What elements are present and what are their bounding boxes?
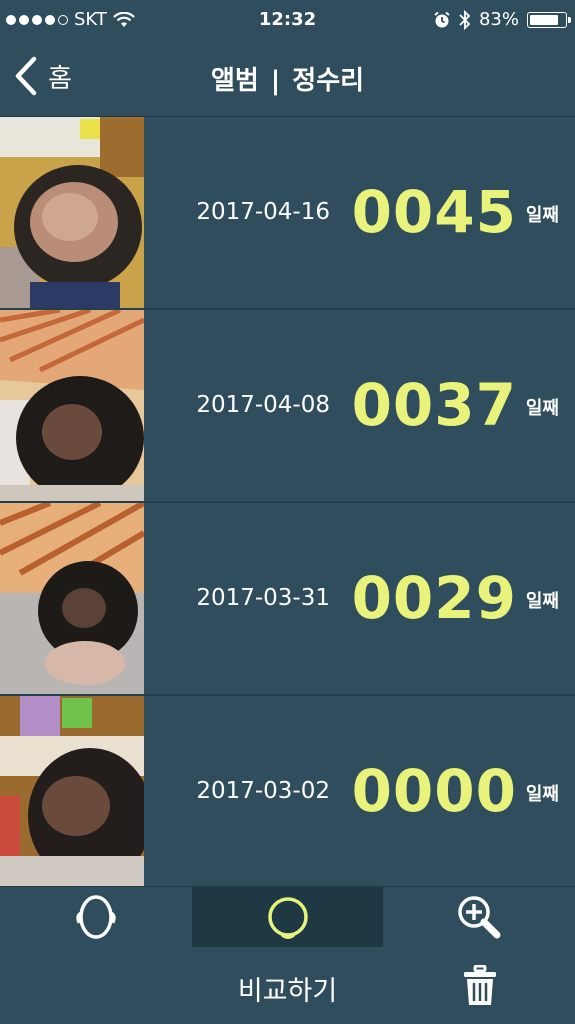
day-unit: 일째 bbox=[525, 398, 559, 419]
status-right: 83% bbox=[433, 9, 571, 30]
status-bar: SKT 12:32 83% bbox=[0, 0, 575, 40]
album-row[interactable]: 2017-04-08 0037 일째 bbox=[0, 310, 575, 503]
album-row[interactable]: 2017-04-16 0045 일째 bbox=[0, 117, 575, 310]
page-title: 앨범 | 정수리 bbox=[0, 60, 575, 97]
head-top-icon bbox=[267, 897, 308, 939]
day-count: 0045 bbox=[351, 178, 517, 246]
day-unit: 일째 bbox=[525, 591, 559, 612]
row-date: 2017-04-16 bbox=[196, 199, 330, 225]
album-row[interactable]: 2017-03-31 0029 일째 bbox=[0, 503, 575, 696]
tab-zoom[interactable] bbox=[383, 887, 575, 947]
zoom-in-icon bbox=[458, 896, 501, 939]
row-date: 2017-03-02 bbox=[196, 778, 330, 804]
title-separator: | bbox=[270, 66, 281, 96]
photo-thumbnail[interactable] bbox=[0, 696, 144, 887]
album-list: 2017-04-16 0045 일째 2017-04-08 0037 일째 20… bbox=[0, 117, 575, 889]
day-count: 0037 bbox=[351, 371, 517, 439]
photo-thumbnail[interactable] bbox=[0, 310, 144, 501]
battery-icon bbox=[527, 11, 571, 28]
alarm-icon bbox=[434, 11, 450, 27]
battery-percent: 83% bbox=[478, 9, 519, 30]
row-date: 2017-03-31 bbox=[196, 585, 330, 611]
day-count: 0000 bbox=[351, 757, 517, 825]
album-row[interactable]: 2017-03-02 0000 일째 bbox=[0, 696, 575, 889]
day-count: 0029 bbox=[351, 564, 517, 632]
delete-button[interactable] bbox=[463, 964, 497, 1011]
nav-bar: 홈 앨범 | 정수리 bbox=[0, 40, 575, 117]
title-album: 앨범 bbox=[210, 66, 259, 96]
photo-thumbnail[interactable] bbox=[0, 503, 144, 694]
head-front-icon bbox=[76, 895, 116, 939]
row-date: 2017-04-08 bbox=[196, 392, 330, 418]
title-category: 정수리 bbox=[292, 66, 365, 96]
bluetooth-icon bbox=[459, 9, 471, 30]
bottom-bar: 비교하기 bbox=[0, 947, 575, 1024]
tab-head-front[interactable] bbox=[0, 887, 192, 947]
day-unit: 일째 bbox=[525, 784, 559, 805]
day-unit: 일째 bbox=[525, 205, 559, 226]
photo-thumbnail[interactable] bbox=[0, 117, 144, 308]
tab-head-top[interactable] bbox=[191, 887, 384, 947]
trash-icon bbox=[464, 964, 496, 1005]
view-tab-bar bbox=[0, 886, 575, 948]
